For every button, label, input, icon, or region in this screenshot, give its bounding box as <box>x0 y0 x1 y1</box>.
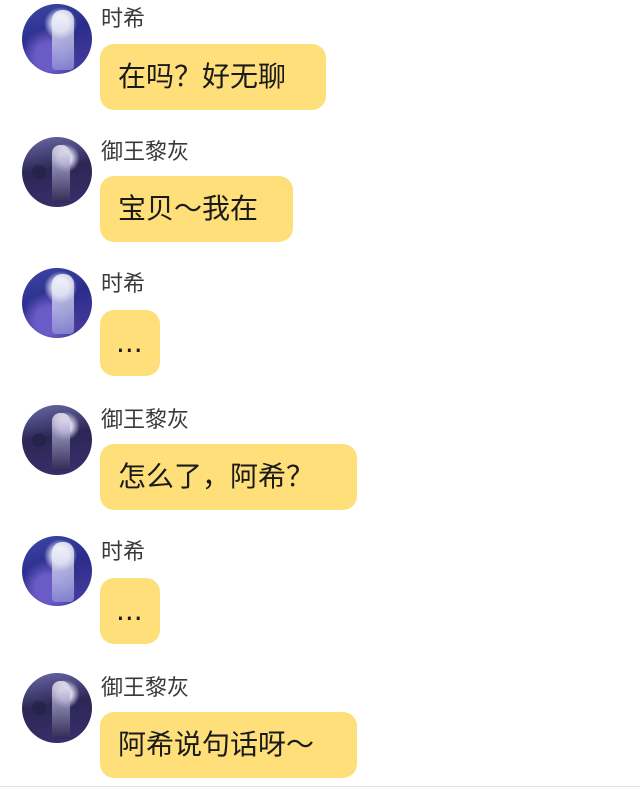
sender-name: 御王黎灰 <box>101 408 190 433</box>
avatar[interactable] <box>22 4 92 74</box>
avatar[interactable] <box>22 536 92 606</box>
divider <box>0 786 640 787</box>
message-bubble[interactable]: ... <box>100 578 160 644</box>
message-bubble[interactable]: 怎么了，阿希？ <box>100 444 357 510</box>
message-bubble[interactable]: 在吗？好无聊 <box>100 44 326 110</box>
sender-name: 时希 <box>101 540 146 565</box>
message-bubble[interactable]: ... <box>100 310 160 376</box>
sender-name: 时希 <box>101 272 146 297</box>
sender-name: 御王黎灰 <box>101 676 190 701</box>
sender-name: 御王黎灰 <box>101 140 190 165</box>
avatar[interactable] <box>22 268 92 338</box>
message-bubble[interactable]: 宝贝～我在 <box>100 176 293 242</box>
avatar[interactable] <box>22 137 92 207</box>
avatar[interactable] <box>22 405 92 475</box>
avatar[interactable] <box>22 673 92 743</box>
sender-name: 时希 <box>101 7 146 32</box>
chat-thread: 时希 在吗？好无聊 御王黎灰 宝贝～我在 时希 ... 御王黎灰 怎么了，阿希？… <box>0 0 640 789</box>
message-bubble[interactable]: 阿希说句话呀～ <box>100 712 357 778</box>
